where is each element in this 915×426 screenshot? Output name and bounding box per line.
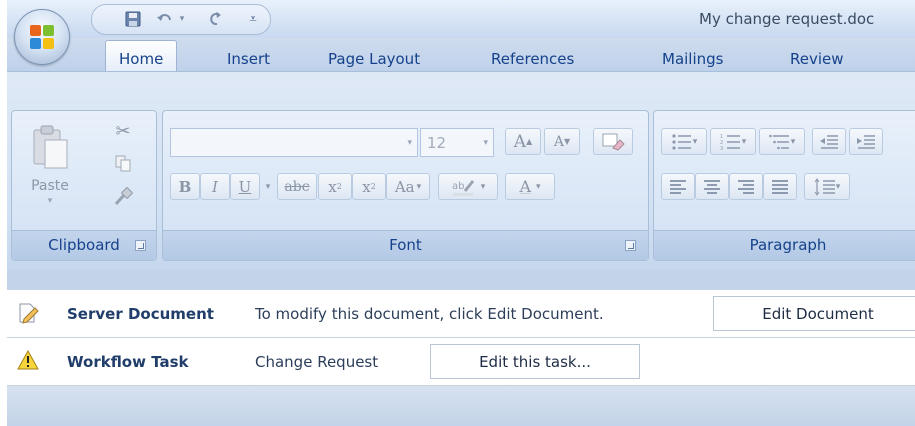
align-center-icon[interactable] [695, 173, 729, 200]
window-title: My change request.doc [699, 10, 875, 28]
line-spacing-button[interactable]: ▾ [804, 173, 850, 200]
paste-button[interactable]: Paste ▾ [18, 117, 82, 213]
subscript-button[interactable]: x2 [318, 173, 352, 200]
svg-text:ab: ab [452, 181, 464, 192]
paragraph-group: ▾ 1 2 3 ▾ ▾ ▾ Paragraph [653, 110, 915, 261]
font-group: ▾ 12 ▾ A ▲ A ▼ B I U ▾ abc x2 x 2 Aa ▾ a… [162, 110, 649, 261]
line-spacing-icon [814, 177, 835, 196]
font-size-combo[interactable]: 12 ▾ [420, 128, 494, 157]
change-case-button[interactable]: Aa ▾ [386, 173, 430, 200]
tab-insert[interactable]: Insert [227, 50, 270, 68]
bullets-icon [672, 133, 691, 150]
tab-home[interactable]: Home [105, 40, 178, 71]
document-edit-icon [19, 303, 39, 324]
tab-mailings[interactable]: Mailings [662, 50, 723, 68]
ribbon-tabs: Home Insert Page Layout References Maili… [7, 38, 915, 71]
strikethrough-button[interactable]: abc [277, 173, 317, 200]
numbering-button[interactable]: 1 2 3 ▾ [710, 128, 756, 155]
undo-icon[interactable] [154, 8, 176, 30]
paragraph-label-text: Paragraph [749, 236, 827, 254]
redo-icon[interactable] [204, 8, 226, 30]
svg-text:3: 3 [720, 146, 723, 151]
ribbon: Paste ▾ ✂ Clipboard ▾ 12 ▾ A ▲ A ▼ B I U… [7, 71, 915, 270]
format-painter-icon[interactable] [110, 185, 136, 209]
decrease-indent-icon[interactable] [812, 128, 846, 155]
subscript-glyph: x [328, 177, 337, 196]
font-size-value: 12 [427, 134, 447, 152]
paragraph-group-label: Paragraph [654, 230, 915, 260]
clipboard-launcher-icon[interactable] [135, 240, 146, 251]
server-document-bar: Server Document To modify this document,… [7, 290, 915, 338]
tab-references[interactable]: References [491, 50, 574, 68]
chevron-down-icon: ▾ [483, 138, 488, 148]
bullets-button[interactable]: ▾ [661, 128, 707, 155]
server-document-message: To modify this document, click Edit Docu… [255, 305, 604, 323]
edit-task-button[interactable]: Edit this task... [430, 344, 640, 379]
paste-label: Paste [31, 178, 69, 194]
font-name-combo[interactable]: ▾ [170, 128, 418, 157]
increase-indent-icon[interactable] [849, 128, 883, 155]
change-case-glyph: Aa [394, 177, 415, 196]
underline-button[interactable]: U [230, 173, 260, 200]
office-button[interactable] [14, 9, 70, 65]
workflow-task-label: Workflow Task [67, 353, 189, 371]
customize-qat-icon[interactable]: ⩡ [242, 8, 264, 30]
clipboard-group: Paste ▾ ✂ Clipboard [11, 110, 157, 261]
undo-dropdown-icon[interactable]: ▾ [176, 8, 188, 30]
superscript-glyph: x [362, 177, 371, 196]
font-label-text: Font [389, 236, 422, 254]
tab-page-layout[interactable]: Page Layout [328, 50, 420, 68]
font-color-button[interactable]: A ▾ [505, 173, 555, 200]
document-area-edge [7, 386, 915, 426]
grow-font-glyph: A [513, 131, 527, 152]
paste-icon [33, 125, 68, 169]
save-icon[interactable] [122, 8, 144, 30]
server-document-label: Server Document [67, 305, 214, 323]
edit-document-button[interactable]: Edit Document [713, 296, 915, 331]
align-right-icon[interactable] [729, 173, 763, 200]
clear-formatting-button[interactable] [593, 128, 633, 155]
workflow-task-name: Change Request [255, 353, 379, 371]
tab-review[interactable]: Review [790, 50, 844, 68]
paste-dropdown-icon: ▾ [47, 196, 53, 206]
multilevel-list-icon [768, 134, 789, 149]
shrink-font-glyph: A [553, 133, 564, 150]
bold-button[interactable]: B [170, 173, 200, 200]
title-bar: ▾ ⩡ My change request.doc [7, 0, 915, 38]
workflow-task-bar: Workflow Task Change Request Edit this t… [7, 338, 915, 386]
align-left-icon[interactable] [661, 173, 695, 200]
font-color-glyph: A [519, 177, 532, 196]
highlighter-icon: ab [452, 179, 474, 196]
warning-icon [17, 350, 39, 370]
justify-icon[interactable] [763, 173, 797, 200]
grow-font-button[interactable]: A ▲ [505, 128, 541, 155]
shrink-font-button[interactable]: A ▼ [544, 128, 580, 155]
highlight-button[interactable]: ab ▾ [438, 173, 498, 200]
superscript-button[interactable]: x2 [352, 173, 386, 200]
copy-icon[interactable] [110, 151, 136, 175]
chevron-down-icon: ▾ [407, 138, 412, 148]
multilevel-list-button[interactable]: ▾ [759, 128, 805, 155]
office-logo-icon [30, 25, 54, 49]
clipboard-label-text: Clipboard [48, 236, 120, 254]
eraser-icon [602, 133, 625, 151]
font-launcher-icon[interactable] [625, 240, 636, 251]
word-window: ▾ ⩡ My change request.doc Home Insert Pa… [7, 0, 915, 426]
font-group-label: Font [163, 230, 648, 260]
cut-icon[interactable]: ✂ [110, 119, 136, 143]
quick-access-toolbar: ▾ ⩡ [91, 4, 271, 35]
italic-button[interactable]: I [200, 173, 230, 200]
underline-dropdown-icon[interactable]: ▾ [260, 173, 276, 200]
numbering-icon: 123 [720, 134, 740, 151]
